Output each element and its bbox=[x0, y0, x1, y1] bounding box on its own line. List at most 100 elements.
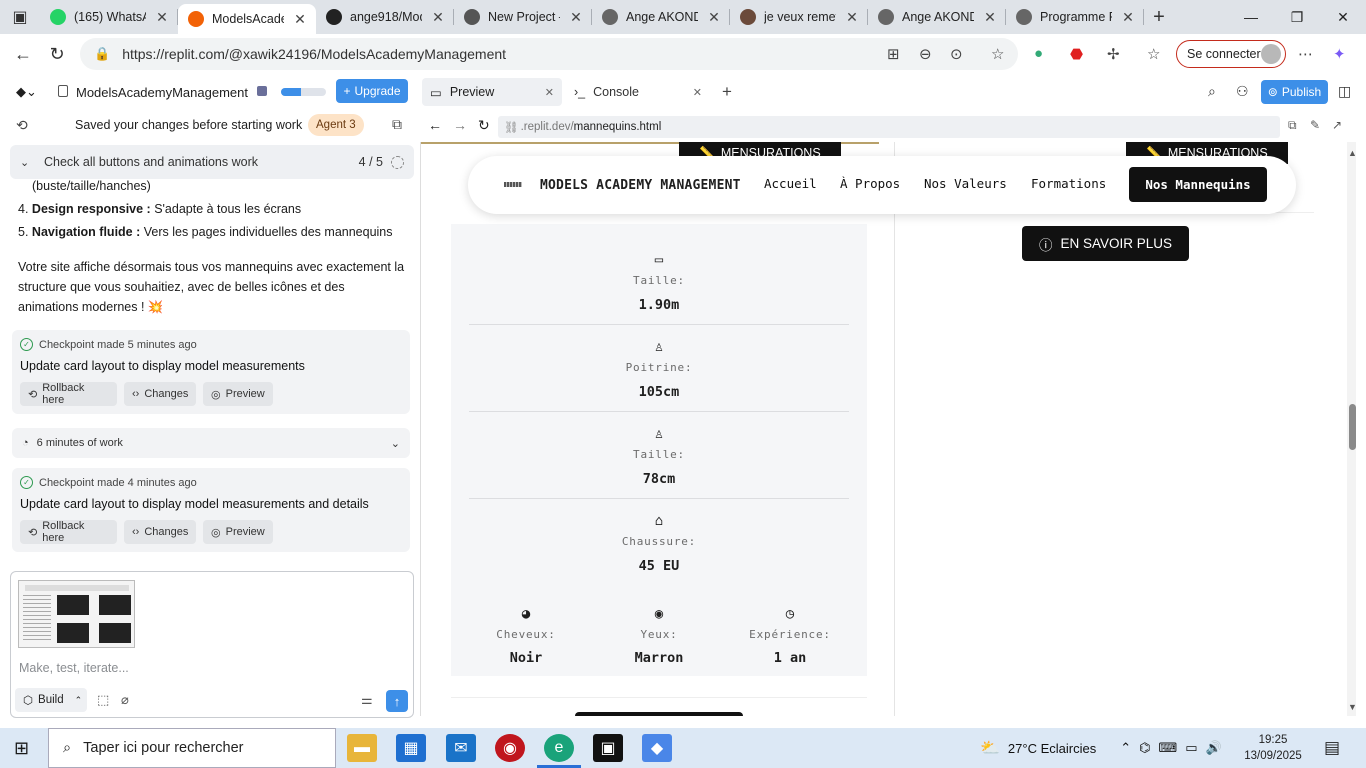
store-icon[interactable]: ▦ bbox=[396, 734, 426, 762]
close-tab-icon[interactable]: ✕ bbox=[568, 9, 584, 26]
taskbar-search[interactable]: ⌕ Taper ici pour rechercher bbox=[48, 728, 336, 768]
preview-button[interactable]: ◎ Preview bbox=[203, 382, 273, 406]
windows-start-icon[interactable]: ⊞ bbox=[14, 738, 29, 759]
rollback-button[interactable]: ⟲ Rollback here bbox=[20, 520, 117, 544]
browser-tab[interactable]: ModelsAcademy ✕ bbox=[178, 4, 316, 34]
site-info-icon[interactable]: 🔒 bbox=[94, 46, 110, 62]
invite-user-icon[interactable]: ⚇ bbox=[1236, 83, 1249, 100]
history-icon[interactable]: ⟲ bbox=[16, 117, 28, 134]
preview-button[interactable]: ◎ Preview bbox=[203, 520, 273, 544]
split-screen-icon[interactable]: ⊞ bbox=[887, 45, 900, 63]
close-tab-icon[interactable]: ✕ bbox=[1120, 9, 1136, 26]
tray-chevron-icon[interactable]: ⌃ bbox=[1120, 740, 1131, 756]
copilot-icon[interactable]: ✦ bbox=[1333, 45, 1346, 63]
tab-actions-icon[interactable]: ▣ bbox=[0, 0, 40, 34]
weather-text[interactable]: 27°C Eclaircies bbox=[1008, 741, 1096, 756]
browser-tab[interactable]: Programme FL ✕ bbox=[1006, 0, 1144, 34]
preview-back-icon[interactable]: ← bbox=[428, 117, 442, 133]
select-element-icon[interactable]: ⬚ bbox=[97, 692, 109, 708]
devices-icon[interactable]: ⧉ bbox=[1288, 118, 1297, 133]
adblock-icon[interactable]: ⬣ bbox=[1070, 45, 1083, 63]
preview-forward-icon[interactable]: → bbox=[453, 117, 467, 133]
mail-icon[interactable]: ✉ bbox=[446, 734, 476, 762]
close-tab-icon[interactable]: ✕ bbox=[693, 86, 702, 99]
nav-link-formations[interactable]: Formations bbox=[1031, 176, 1106, 191]
attach-icon[interactable]: ⌀ bbox=[121, 692, 129, 708]
sign-in-button[interactable]: Se connecter bbox=[1176, 40, 1286, 68]
screenshot-attachment[interactable] bbox=[18, 580, 135, 648]
send-button[interactable]: ↑ bbox=[386, 690, 408, 712]
notifications-icon[interactable]: ▤ bbox=[1324, 738, 1340, 758]
new-chat-icon[interactable]: ⧉ bbox=[392, 116, 402, 133]
open-new-window-icon[interactable]: ↗ bbox=[1332, 118, 1342, 132]
terminal-app-icon[interactable]: ▣ bbox=[593, 734, 623, 762]
minimize-button[interactable]: — bbox=[1228, 0, 1274, 34]
favorite-star-icon[interactable]: ☆ bbox=[991, 45, 1004, 63]
ime-icon[interactable]: ⌨ bbox=[1158, 740, 1177, 756]
close-tab-icon[interactable]: ✕ bbox=[545, 86, 554, 99]
close-tab-icon[interactable]: ✕ bbox=[706, 9, 722, 26]
new-tab-button[interactable]: + bbox=[1144, 6, 1174, 29]
weather-icon[interactable]: ⛅ bbox=[980, 738, 1000, 758]
browser-tab[interactable]: New Project – ✕ bbox=[454, 0, 592, 34]
nav-link-nos-valeurs[interactable]: Nos Valeurs bbox=[924, 176, 1007, 191]
publish-button[interactable]: ⊚ Publish bbox=[1261, 80, 1328, 104]
browser-tab[interactable]: (165) WhatsApp ✕ bbox=[40, 0, 178, 34]
maximize-button[interactable]: ❐ bbox=[1274, 0, 1320, 34]
task-progress-row[interactable]: ⌄ Check all buttons and animations work … bbox=[10, 145, 414, 179]
browser-tab[interactable]: Ange AKONDE ✕ bbox=[592, 0, 730, 34]
more-tools-icon[interactable]: ⊙ bbox=[950, 45, 963, 63]
zoom-icon[interactable]: ⊖ bbox=[919, 45, 932, 63]
build-mode-button[interactable]: ⬡ Build ⌃ bbox=[15, 688, 87, 712]
browser-tab[interactable]: je veux remett ✕ bbox=[730, 0, 868, 34]
reload-icon[interactable]: ↻ bbox=[40, 37, 74, 71]
edge-icon[interactable]: e bbox=[544, 734, 574, 762]
rollback-button[interactable]: ⟲ Rollback here bbox=[20, 382, 117, 406]
work-summary-row[interactable]: ◔ 6 minutes of work ⌄ bbox=[12, 428, 410, 458]
info-button[interactable]: ⓘ EN SAVOIR PLUS bbox=[1022, 226, 1189, 261]
nav-link-nos-mannequins[interactable]: Nos Mannequins bbox=[1129, 167, 1267, 202]
devtools-icon[interactable]: ✎ bbox=[1310, 118, 1320, 132]
tab-console[interactable]: ›_ Console ✕ bbox=[570, 78, 710, 106]
network-icon[interactable]: ⌬ bbox=[1139, 740, 1150, 756]
file-explorer-icon[interactable]: ▬ bbox=[347, 734, 377, 762]
browser-menu-icon[interactable]: ⋯ bbox=[1298, 45, 1313, 63]
taskbar-clock[interactable]: 19:25 13/09/2025 bbox=[1244, 732, 1302, 764]
nav-link-accueil[interactable]: Accueil bbox=[764, 176, 817, 191]
close-tab-icon[interactable]: ✕ bbox=[982, 9, 998, 26]
layout-toggle-icon[interactable]: ◫ bbox=[1338, 83, 1351, 100]
add-tab-icon[interactable]: + bbox=[722, 82, 732, 102]
close-tab-icon[interactable]: ✕ bbox=[844, 9, 860, 26]
preview-url-field[interactable]: ⛓ .replit.dev/mannequins.html bbox=[498, 116, 1280, 138]
browser-tab[interactable]: ange918/Mod ✕ bbox=[316, 0, 454, 34]
workspace-name[interactable]: ModelsAcademyManagement bbox=[76, 85, 248, 100]
settings-sliders-icon[interactable]: ⚌ bbox=[361, 692, 373, 708]
info-button-partial[interactable] bbox=[575, 712, 743, 716]
changes-button[interactable]: ‹› Changes bbox=[124, 382, 196, 406]
expand-chevron-icon[interactable]: ⌄ bbox=[391, 437, 400, 450]
scroll-up-icon[interactable]: ▲ bbox=[1348, 148, 1356, 158]
close-tab-icon[interactable]: ✕ bbox=[430, 9, 446, 26]
extensions-icon[interactable]: ✢ bbox=[1107, 45, 1120, 63]
scroll-down-icon[interactable]: ▼ bbox=[1348, 702, 1356, 712]
scrollbar-thumb[interactable] bbox=[1349, 404, 1356, 450]
close-window-button[interactable]: ✕ bbox=[1320, 0, 1366, 34]
preview-reload-icon[interactable]: ↻ bbox=[478, 117, 490, 134]
close-tab-icon[interactable]: ✕ bbox=[292, 11, 308, 28]
nav-link-a-propos[interactable]: À Propos bbox=[840, 176, 900, 191]
display-icon[interactable]: ▭ bbox=[1185, 740, 1197, 756]
extension-icon[interactable]: ● bbox=[1034, 45, 1043, 62]
back-icon[interactable]: ← bbox=[6, 37, 40, 71]
tab-preview[interactable]: ▭ Preview ✕ bbox=[422, 78, 562, 106]
site-brand[interactable]: MODELS ACADEMY MANAGEMENT bbox=[540, 178, 741, 193]
url-field[interactable]: 🔒 https://replit.com/@xawik24196/ModelsA… bbox=[80, 38, 1018, 70]
browser-tab[interactable]: Ange AKONDE ✕ bbox=[868, 0, 1006, 34]
close-tab-icon[interactable]: ✕ bbox=[154, 9, 170, 26]
changes-button[interactable]: ‹› Changes bbox=[124, 520, 196, 544]
composer-input[interactable]: Make, test, iterate... bbox=[19, 661, 129, 675]
app-icon[interactable]: ◆ bbox=[642, 734, 672, 762]
search-icon[interactable]: ⌕ bbox=[1208, 83, 1216, 100]
app-icon[interactable]: ◉ bbox=[495, 734, 525, 762]
upgrade-button[interactable]: + Upgrade bbox=[336, 79, 408, 103]
replit-menu-icon[interactable]: ◆⌄ bbox=[16, 84, 37, 100]
